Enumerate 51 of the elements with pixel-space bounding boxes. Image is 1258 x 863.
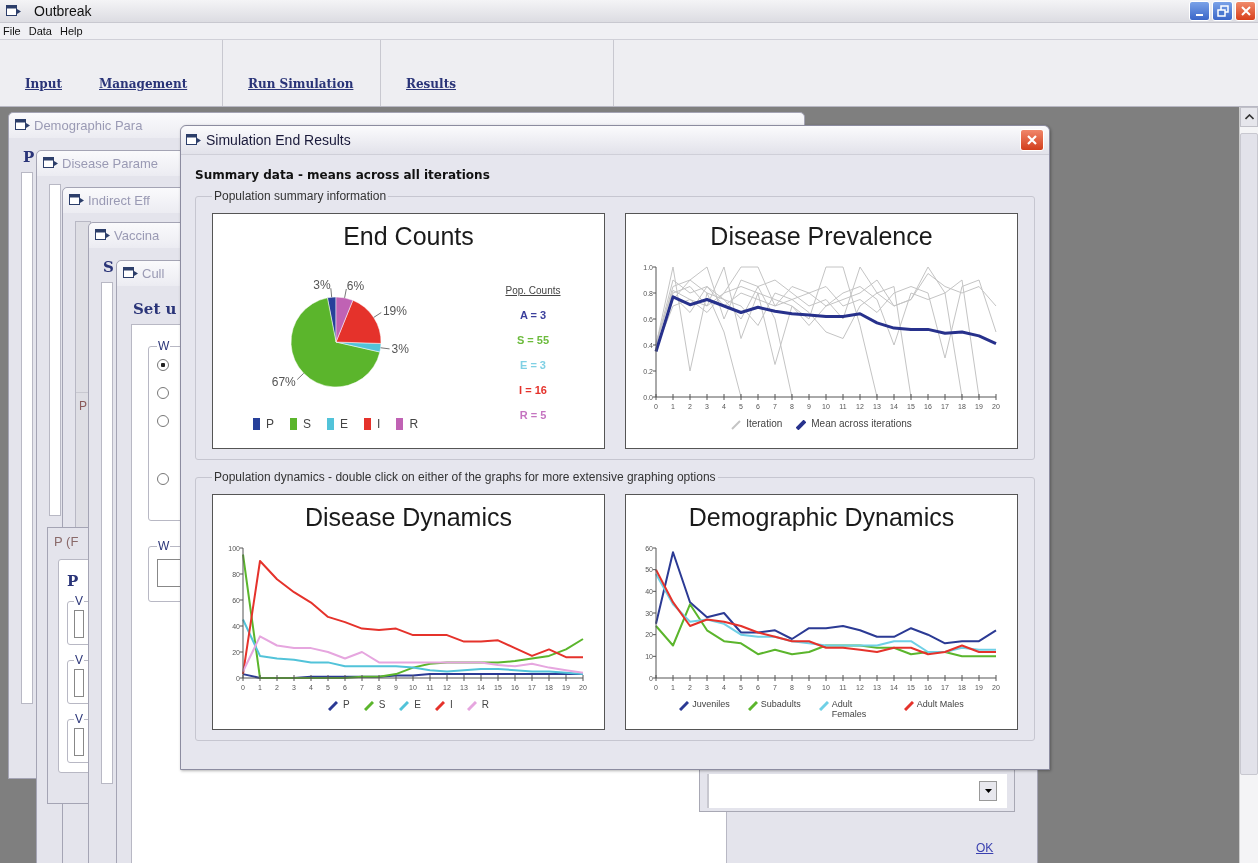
data-label: 3% [391,342,409,357]
group-label: V [74,594,84,608]
count-label: I = 16 [519,384,547,396]
counts-heading: Pop. Counts [505,285,561,296]
window-title: Outbreak [34,3,92,19]
window-title: Indirect Eff [88,193,150,208]
legend-label: Adult Males [916,699,964,709]
count-label: A = 3 [519,309,547,321]
group-label: V [74,712,84,726]
count-label: R = 5 [519,409,547,421]
dialog-title: Simulation End Results [206,132,351,148]
count-label: S = 55 [516,334,550,346]
section-heading: Set u [133,300,177,318]
chart-title: Demographic Dynamics [687,502,956,533]
data-label: 19% [382,303,407,318]
legend-label: E [340,417,349,431]
data-label: 3% [313,278,331,293]
section-heading: S [103,258,114,276]
group-label: Population summary information [213,189,388,203]
legend-label: Mean across iterations [811,418,912,429]
group-label: V [74,653,84,667]
legend-label: Adult Females [831,699,868,719]
window-title: Vaccina [114,228,160,243]
chart-title: End Counts [342,221,475,252]
legend-label: R [481,699,489,710]
legend-label: Juveniles [692,699,730,709]
legend-label: S [303,417,312,431]
panel-title: P (F [54,534,79,549]
count-label: E = 3 [520,359,546,371]
section-heading: P [23,148,35,166]
legend-label: Iteration [746,418,783,429]
data-label: 67% [271,374,296,389]
group-label: Population dynamics - double click on either of the graphs for more extensive graphing options [213,470,717,484]
window-title: Disease Parame [62,156,159,171]
legend-label: R [409,417,419,431]
section-heading: Summary data - means across all iterations [195,168,491,182]
legend-label: Subadults [760,699,801,709]
window-title: Cull [142,266,165,281]
window-title: Demographic Para [34,118,143,133]
legend-label: I [377,417,381,431]
group-label: W [157,539,171,553]
legend-label: I [450,699,453,710]
group-label: W [157,339,171,353]
section-heading: P [67,572,80,590]
chart-title: Disease Dynamics [304,502,513,533]
legend-label: P [343,699,350,710]
legend-label: S [378,699,386,710]
data-label: 6% [346,279,365,294]
legend-label: E [414,699,421,710]
chart-title: Disease Prevalence [709,221,934,252]
legend-label: P [266,417,274,431]
